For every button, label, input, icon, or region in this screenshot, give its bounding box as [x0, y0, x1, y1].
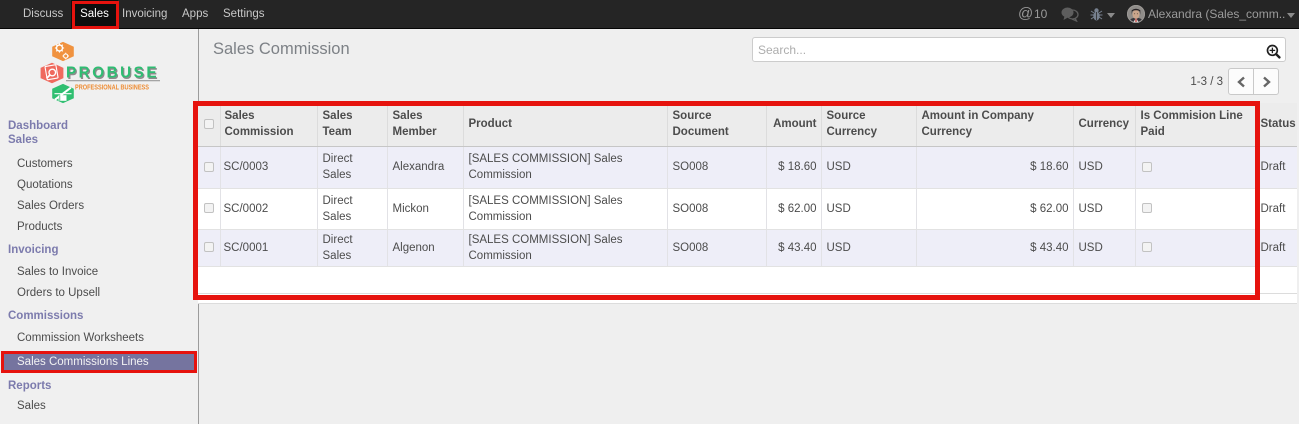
svg-text:PROBUSE: PROBUSE: [66, 65, 159, 82]
svg-text:PROFESSIONAL BUSINESS: PROFESSIONAL BUSINESS: [75, 83, 149, 92]
